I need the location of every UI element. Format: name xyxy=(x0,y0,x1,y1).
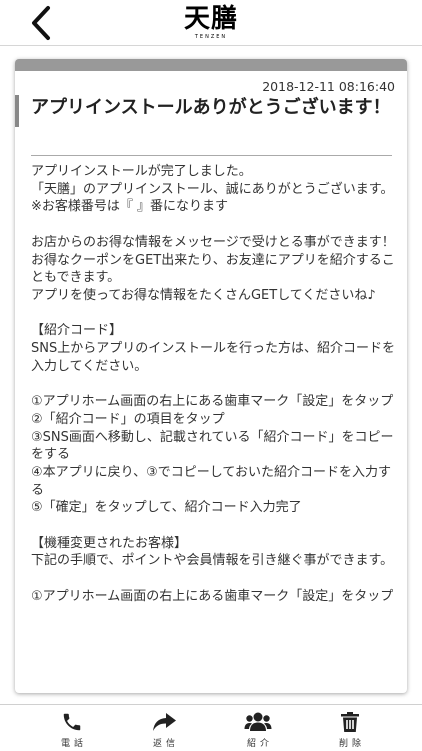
bottom-tab-bar: 電話 返信 紹介 削除 xyxy=(0,704,422,750)
tab-phone[interactable]: 電話 xyxy=(36,705,108,751)
phone-icon xyxy=(63,713,81,731)
tab-phone-label: 電話 xyxy=(60,739,87,749)
tab-introduce[interactable]: 紹介 xyxy=(222,705,294,751)
app-logo: 天膳 TENZEN xyxy=(178,4,244,44)
back-button[interactable] xyxy=(24,4,64,42)
message-body: アプリインストールが完了しました。 「天膳」のアプリインストール、誠にありがとう… xyxy=(31,164,395,604)
logo-text: 天膳 xyxy=(183,4,238,34)
logo-subtext: TENZEN xyxy=(194,34,228,40)
header-bar: 天膳 TENZEN xyxy=(0,0,422,46)
tab-reply-label: 返信 xyxy=(152,739,179,749)
users-icon xyxy=(244,712,272,731)
title-divider xyxy=(31,155,392,156)
message-card: 2018-12-11 08:16:40 アプリインストールありがとうございます！… xyxy=(15,59,407,693)
tab-delete-label: 削除 xyxy=(338,739,365,749)
trash-icon xyxy=(341,712,359,732)
message-title: アプリインストールありがとうございます！ xyxy=(31,97,391,118)
reply-icon xyxy=(153,713,176,731)
card-header-strip xyxy=(15,59,407,71)
chevron-left-icon xyxy=(32,6,50,40)
message-date: 2018-12-11 08:16:40 xyxy=(262,79,395,94)
tab-introduce-label: 紹介 xyxy=(246,739,273,749)
title-accent-bar xyxy=(15,95,19,127)
tab-delete[interactable]: 削除 xyxy=(314,705,386,751)
message-title-wrap: アプリインストールありがとうございます！ xyxy=(15,95,407,127)
tab-reply[interactable]: 返信 xyxy=(128,705,200,751)
